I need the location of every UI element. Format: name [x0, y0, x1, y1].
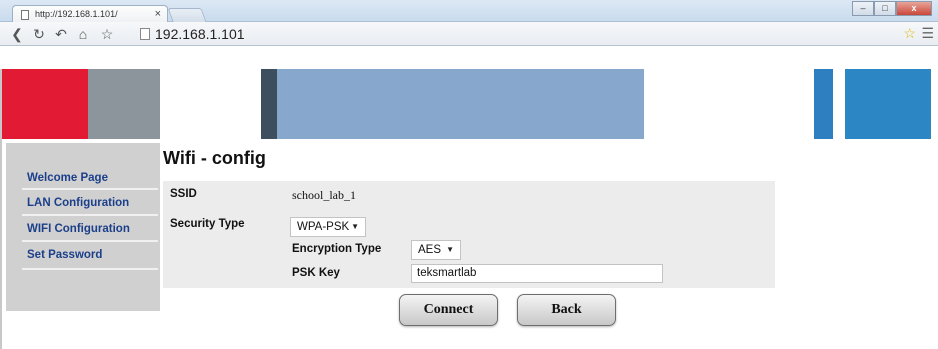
security-type-label: Security Type [170, 218, 245, 230]
maximize-button[interactable]: □ [874, 1, 896, 16]
security-type-select[interactable]: WPA-PSK ▼ [290, 217, 366, 237]
encryption-type-value: AES [418, 244, 442, 256]
banner-block-blue-small [814, 69, 833, 139]
psk-key-label: PSK Key [292, 267, 340, 279]
minimize-button[interactable]: – [852, 1, 874, 16]
sidebar-item-set-password[interactable]: Set Password [6, 249, 160, 261]
sidebar-divider [22, 240, 158, 242]
page-title: Wifi - config [163, 148, 266, 168]
tab-title: http://192.168.1.101/ [35, 9, 118, 19]
sidebar-divider [22, 188, 158, 190]
forward-icon[interactable]: ↶ [52, 25, 70, 43]
star-icon[interactable]: ☆ [98, 25, 116, 43]
chevron-down-icon: ▼ [446, 245, 454, 254]
wifi-config-form: SSID school_lab_1 Security Type WPA-PSK … [163, 181, 775, 288]
encryption-type-select[interactable]: AES ▼ [411, 240, 461, 260]
menu-icon[interactable]: ☰ [921, 25, 934, 42]
ssid-label: SSID [170, 188, 197, 200]
tab-close-icon[interactable]: × [155, 8, 161, 20]
banner-block-gray [88, 69, 160, 139]
new-tab-button[interactable] [167, 8, 207, 22]
back-icon[interactable]: ❮ [8, 25, 26, 43]
encryption-type-label: Encryption Type [292, 243, 382, 255]
page-icon [21, 10, 29, 20]
sidebar-item-welcome-page[interactable]: Welcome Page [6, 172, 160, 184]
connect-button[interactable]: Connect [399, 294, 498, 326]
page-border [0, 69, 2, 349]
bookmark-star-icon[interactable]: ☆ [903, 25, 916, 42]
browser-toolbar: ❮ ↻ ↶ ⌂ ☆ 192.168.1.101 ☆ ☰ [0, 22, 938, 46]
window-controls: – □ x [852, 1, 932, 16]
address-bar[interactable]: 192.168.1.101 [155, 24, 245, 44]
close-window-button[interactable]: x [896, 1, 932, 16]
banner-block-red [0, 69, 88, 139]
security-type-value: WPA-PSK [297, 221, 350, 233]
ssid-value: school_lab_1 [292, 188, 356, 202]
back-button[interactable]: Back [517, 294, 616, 326]
sidebar-divider [22, 268, 158, 270]
reload-icon[interactable]: ↻ [30, 25, 48, 43]
sidebar-nav: Welcome Page LAN Configuration WIFI Conf… [6, 143, 160, 311]
banner-block-lightblue [277, 69, 644, 139]
browser-titlebar: http://192.168.1.101/ × – □ x [0, 0, 938, 23]
header-banner [0, 69, 938, 139]
sidebar-divider [22, 214, 158, 216]
banner-block-blue-large [845, 69, 931, 139]
sidebar-item-lan-configuration[interactable]: LAN Configuration [6, 197, 160, 209]
page-icon [140, 28, 150, 40]
home-icon[interactable]: ⌂ [74, 25, 92, 43]
banner-block-dark [261, 69, 277, 139]
sidebar-item-wifi-configuration[interactable]: WIFI Configuration [6, 223, 160, 235]
browser-tab[interactable]: http://192.168.1.101/ × [12, 5, 168, 23]
psk-key-input[interactable]: teksmartlab [411, 264, 663, 283]
chevron-down-icon: ▼ [351, 222, 359, 231]
